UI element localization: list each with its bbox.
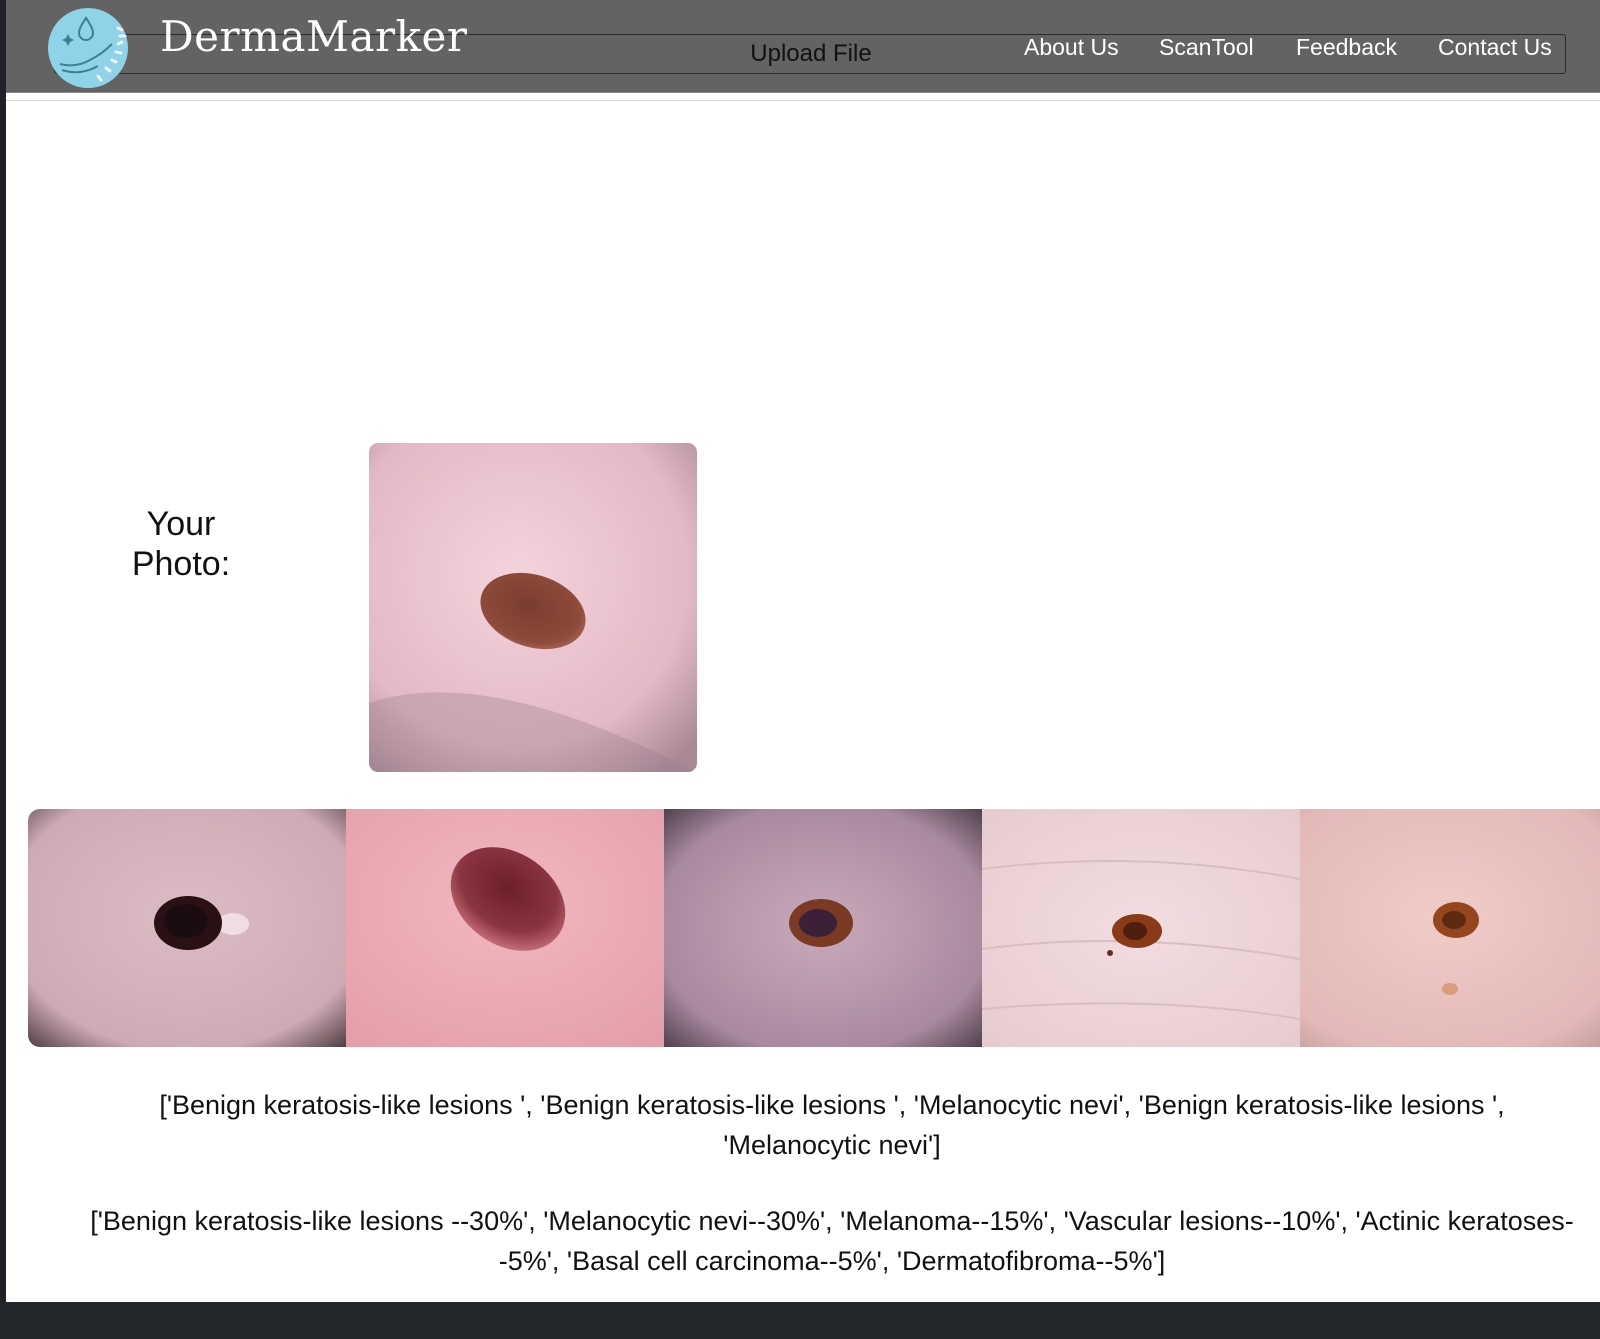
nav-scantool[interactable]: ScanTool (1159, 34, 1254, 61)
nav-about-us[interactable]: About Us (1024, 34, 1119, 61)
uploaded-photo (369, 443, 697, 772)
probabilities-text: ['Benign keratosis-like lesions --30%', … (90, 1206, 1574, 1276)
your-photo-label-line2: Photo: (131, 545, 231, 583)
similar-image (1300, 809, 1600, 1047)
similar-labels-text: ['Benign keratosis-like lesions ', 'Beni… (159, 1090, 1505, 1160)
nav-contact-us[interactable]: Contact Us (1438, 34, 1552, 61)
bottom-bar (0, 1302, 1600, 1339)
similar-image (346, 809, 664, 1047)
similar-image (664, 809, 982, 1047)
page: Upload File DermaMarker About Us ScanToo… (6, 0, 1600, 1302)
similar-image (982, 809, 1300, 1047)
nav-links: About Us ScanTool Feedback Contact Us (6, 34, 1600, 64)
your-photo-label-line1: Your (146, 505, 216, 543)
similar-images-strip (28, 809, 1600, 1047)
your-photo-label: Your Photo: (106, 504, 256, 584)
nav-feedback[interactable]: Feedback (1296, 34, 1397, 61)
navbar-divider (6, 100, 1600, 101)
navbar: Upload File DermaMarker About Us ScanToo… (6, 0, 1600, 93)
similar-image (28, 809, 346, 1047)
